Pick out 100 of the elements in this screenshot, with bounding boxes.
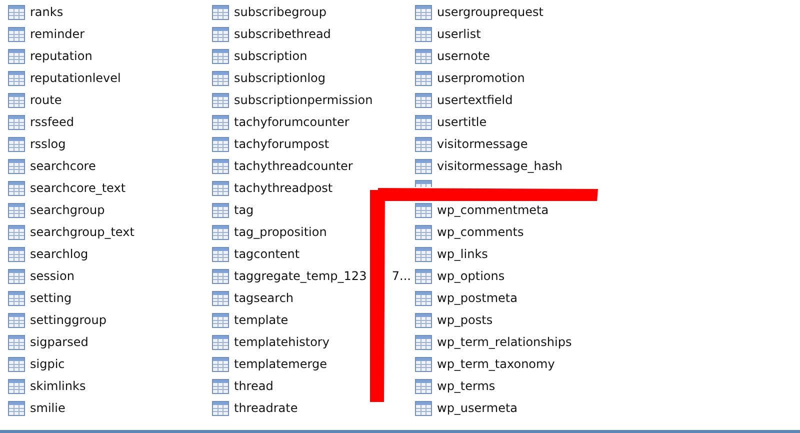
- table-icon: [415, 290, 432, 306]
- table-icon: [212, 268, 229, 284]
- table-icon: [212, 334, 229, 350]
- table-name[interactable]: ranks: [30, 5, 64, 19]
- table-name[interactable]: smilie: [30, 401, 66, 415]
- table-name[interactable]: reputationlevel: [30, 71, 121, 85]
- table-icon: [8, 246, 25, 262]
- table-icon: [212, 70, 229, 86]
- table-name[interactable]: usertextfield: [437, 93, 513, 107]
- table-name[interactable]: tag_proposition: [234, 225, 327, 239]
- table-name[interactable]: threadrate: [234, 401, 298, 415]
- table-icon: [415, 92, 432, 108]
- table-name[interactable]: wp_comments: [437, 225, 524, 239]
- table-name[interactable]: templatehistory: [234, 335, 330, 349]
- table-name[interactable]: rssfeed: [30, 115, 74, 129]
- table-name[interactable]: tachyforumcounter: [234, 115, 350, 129]
- table-icon: [212, 224, 229, 240]
- table-name[interactable]: reputation: [30, 49, 92, 63]
- table-name[interactable]: usergrouprequest: [437, 5, 544, 19]
- table-icon: [415, 180, 432, 187]
- table-name[interactable]: subscriptionpermission: [234, 93, 373, 107]
- table-name[interactable]: sigpic: [30, 357, 65, 371]
- table-name[interactable]: userlist: [437, 27, 481, 41]
- table-name[interactable]: subscribethread: [234, 27, 331, 41]
- table-name[interactable]: searchgroup: [30, 203, 105, 217]
- table-icon: [415, 4, 432, 20]
- table-name[interactable]: wp_postmeta: [437, 291, 518, 305]
- table-name[interactable]: rsslog: [30, 137, 66, 151]
- table-name[interactable]: searchlog: [30, 247, 88, 261]
- table-icon: [8, 400, 25, 416]
- table-icon: [415, 312, 432, 328]
- table-icon: [8, 356, 25, 372]
- table-icon: [212, 180, 229, 196]
- table-name[interactable]: wp_term_relationships: [437, 335, 572, 349]
- table-name[interactable]: wp_posts: [437, 313, 493, 327]
- table-icon: [8, 114, 25, 130]
- table-icon: [8, 334, 25, 350]
- table-name[interactable]: tagcontent: [234, 247, 300, 261]
- table-name[interactable]: searchgroup_text: [30, 225, 134, 239]
- table-name[interactable]: usertitle: [437, 115, 487, 129]
- table-name[interactable]: tachyforumpost: [234, 137, 330, 151]
- table-name[interactable]: tagsearch: [234, 291, 294, 305]
- table-name[interactable]: route: [30, 93, 62, 107]
- table-icon: [212, 202, 229, 218]
- table-icon: [8, 290, 25, 306]
- table-icon: [212, 48, 229, 64]
- table-name[interactable]: sigparsed: [30, 335, 88, 349]
- table-icon: [415, 70, 432, 86]
- table-name[interactable]: searchcore: [30, 159, 96, 173]
- table-name[interactable]: reminder: [30, 27, 85, 41]
- table-icon: [8, 158, 25, 174]
- table-icon: [8, 312, 25, 328]
- table-name[interactable]: wp_usermeta: [437, 401, 518, 415]
- table-icon: [415, 356, 432, 372]
- table-name[interactable]: tachythreadcounter: [234, 159, 353, 173]
- table-name[interactable]: userpromotion: [437, 71, 525, 85]
- table-icon: [415, 136, 432, 152]
- table-icon: [212, 4, 229, 20]
- table-name[interactable]: wp_links: [437, 247, 488, 261]
- table-icon: [212, 92, 229, 108]
- table-name[interactable]: usernote: [437, 49, 490, 63]
- table-icon: [212, 246, 229, 262]
- table-icon: [8, 268, 25, 284]
- table-icon: [415, 378, 432, 394]
- table-icon: [415, 334, 432, 350]
- table-icon: [212, 356, 229, 372]
- table-name[interactable]: wp_term_taxonomy: [437, 357, 555, 371]
- table-icon: [8, 92, 25, 108]
- table-icon: [415, 246, 432, 262]
- table-name[interactable]: tachythreadpost: [234, 181, 333, 195]
- table-icon: [8, 202, 25, 218]
- table-icon: [8, 224, 25, 240]
- table-name[interactable]: subscriptionlog: [234, 71, 326, 85]
- table-icon: [212, 312, 229, 328]
- table-name[interactable]: subscription: [234, 49, 308, 63]
- table-name[interactable]: visitormessage: [437, 137, 528, 151]
- table-name[interactable]: wp_terms: [437, 379, 496, 393]
- table-name[interactable]: wp_commentmeta: [437, 203, 549, 217]
- table-name[interactable]: wp_options: [437, 269, 505, 283]
- table-name[interactable]: session: [30, 269, 74, 283]
- table-name[interactable]: skimlinks: [30, 379, 86, 393]
- table-name[interactable]: templatemerge: [234, 357, 327, 371]
- table-name[interactable]: tag: [234, 203, 254, 217]
- table-name[interactable]: subscribegroup: [234, 5, 326, 19]
- table-icon: [415, 26, 432, 42]
- table-icon: [415, 158, 432, 174]
- table-name[interactable]: thread: [234, 379, 274, 393]
- table-icon: [415, 268, 432, 284]
- table-icon: [415, 400, 432, 416]
- table-icon: [8, 26, 25, 42]
- table-icon: [212, 290, 229, 306]
- table-name[interactable]: searchcore_text: [30, 181, 126, 195]
- table-icon: [212, 400, 229, 416]
- table-name[interactable]: taggregate_temp_123: [234, 269, 367, 283]
- table-name[interactable]: template: [234, 313, 288, 327]
- table-name[interactable]: visitormessage_hash: [437, 159, 563, 173]
- table-name[interactable]: setting: [30, 291, 72, 305]
- table-name[interactable]: settinggroup: [30, 313, 106, 327]
- table-icon: [212, 114, 229, 130]
- table-icon: [212, 136, 229, 152]
